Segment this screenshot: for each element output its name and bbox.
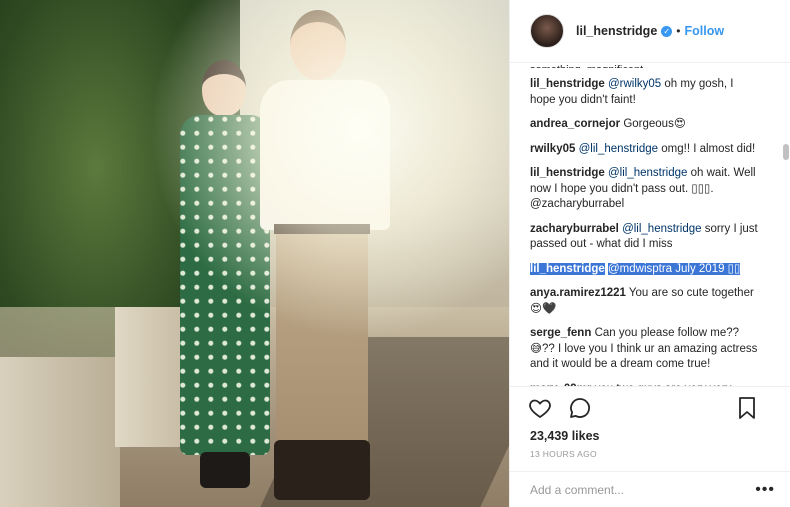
- comment-username[interactable]: lil_henstridge: [530, 262, 605, 275]
- heart-icon[interactable]: [528, 396, 552, 420]
- add-comment-input[interactable]: [530, 482, 756, 497]
- comment-text: July 2019 ▯▯: [672, 262, 741, 275]
- likes-count[interactable]: 23,439 likes: [510, 429, 790, 443]
- comment-username[interactable]: lil_henstridge: [530, 167, 605, 179]
- comment-mention[interactable]: @lil_henstridge: [579, 143, 658, 155]
- comment-item: lil_henstridge @lil_henstridge oh wait. …: [530, 166, 762, 213]
- post-username[interactable]: lil_henstridge: [576, 24, 657, 38]
- comments-list[interactable]: something_magnificent_ ·· lil_henstridge…: [510, 63, 790, 386]
- post-header: lil_henstridge ✓ • Follow: [510, 0, 790, 63]
- comment-text: Gorgeous😍: [623, 118, 686, 130]
- comment-mention[interactable]: @lil_henstridge: [622, 223, 701, 235]
- comment-mention[interactable]: @rwilky05: [608, 78, 661, 90]
- comment-username[interactable]: anya.ramirez1221: [530, 287, 626, 299]
- follow-button[interactable]: Follow: [684, 24, 724, 38]
- comments-scrollbar[interactable]: [783, 80, 789, 380]
- comment-mention[interactable]: @lil_henstridge: [608, 167, 687, 179]
- scrollbar-thumb[interactable]: [783, 144, 789, 160]
- comment-username[interactable]: rwilky05: [530, 143, 575, 155]
- action-icons-row: [510, 387, 790, 429]
- comment-username[interactable]: lil_henstridge: [530, 78, 605, 90]
- comment-bubble-icon[interactable]: [568, 396, 592, 420]
- add-comment-bar: •••: [510, 471, 790, 507]
- comment-item: serge_fenn Can you please follow me?? 😅?…: [530, 326, 762, 373]
- post-actions: 23,439 likes 13 HOURS AGO •••: [510, 386, 790, 506]
- photo-planter: [0, 357, 120, 507]
- comment-item: zacharyburrabel @lil_henstridge sorry I …: [530, 222, 762, 253]
- comment-item: rwilky05 @lil_henstridge omg!! I almost …: [530, 142, 762, 158]
- bookmark-icon[interactable]: [735, 396, 759, 420]
- avatar[interactable]: [530, 14, 564, 48]
- comment-item: lil_henstridge @rwilky05 oh my gosh, I h…: [530, 77, 762, 108]
- comment-mention[interactable]: @mdwisptra: [607, 262, 673, 275]
- comment-username[interactable]: serge_fenn: [530, 327, 591, 339]
- comment-item: anya.ramirez1221 You are so cute togethe…: [530, 286, 762, 317]
- post-photo[interactable]: [0, 0, 509, 507]
- woman-shoes: [200, 452, 250, 488]
- comment-username[interactable]: zacharyburrabel: [530, 223, 619, 235]
- comment-text: omg!! I almost did!: [658, 142, 756, 155]
- verified-badge-icon: ✓: [661, 25, 673, 37]
- post-timestamp[interactable]: 13 HOURS AGO: [510, 443, 790, 459]
- comment-item: andrea_cornejor Gorgeous😍: [530, 117, 762, 133]
- separator-dot: •: [676, 24, 681, 38]
- comment-username[interactable]: andrea_cornejor: [530, 118, 620, 130]
- post-side-panel: lil_henstridge ✓ • Follow something_magn…: [509, 0, 790, 507]
- man-shoes: [274, 440, 370, 500]
- comment-item: lil_henstridge @mdwisptra July 2019 ▯▯: [530, 262, 762, 278]
- comment-cutoff-text: something_magnificent_ ··: [530, 63, 771, 68]
- more-options-icon[interactable]: •••: [755, 481, 775, 499]
